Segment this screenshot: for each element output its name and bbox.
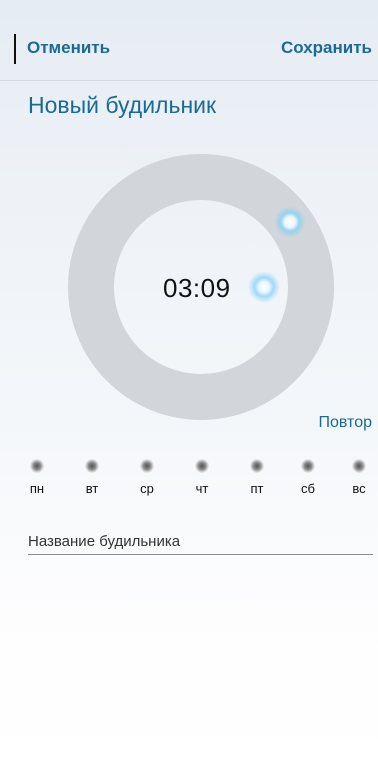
alarm-name-input[interactable] bbox=[28, 528, 373, 555]
day-label: сб bbox=[301, 481, 315, 496]
minute-handle-glow[interactable] bbox=[274, 206, 306, 238]
time-dial[interactable] bbox=[0, 0, 378, 460]
hour-handle-glow[interactable] bbox=[248, 271, 280, 303]
day-indicator bbox=[195, 459, 209, 473]
day-label: ср bbox=[140, 481, 154, 496]
day-indicator bbox=[140, 459, 154, 473]
repeat-button[interactable]: Повтор bbox=[319, 414, 373, 432]
day-indicator bbox=[352, 459, 366, 473]
day-toggle-sat[interactable]: сб bbox=[293, 455, 323, 496]
day-indicator bbox=[85, 459, 99, 473]
day-toggle-wed[interactable]: ср bbox=[132, 455, 162, 496]
day-label: вс bbox=[352, 481, 366, 496]
alarm-editor-screen: Отменить Сохранить Новый будильник 03:09… bbox=[0, 0, 378, 765]
day-label: вт bbox=[85, 481, 99, 496]
day-label: пт bbox=[250, 481, 264, 496]
day-toggle-tue[interactable]: вт bbox=[77, 455, 107, 496]
day-toggle-thu[interactable]: чт bbox=[187, 455, 217, 496]
day-indicator bbox=[250, 459, 264, 473]
day-toggle-mon[interactable]: пн bbox=[22, 455, 52, 496]
day-toggle-fri[interactable]: пт bbox=[242, 455, 272, 496]
weekday-selector: пн вт ср чт пт сб вс bbox=[0, 455, 378, 515]
day-toggle-sun[interactable]: вс bbox=[344, 455, 374, 496]
day-indicator bbox=[301, 459, 315, 473]
day-label: чт bbox=[195, 481, 209, 496]
day-indicator bbox=[30, 459, 44, 473]
time-display: 03:09 bbox=[163, 273, 231, 303]
day-label: пн bbox=[29, 481, 45, 496]
